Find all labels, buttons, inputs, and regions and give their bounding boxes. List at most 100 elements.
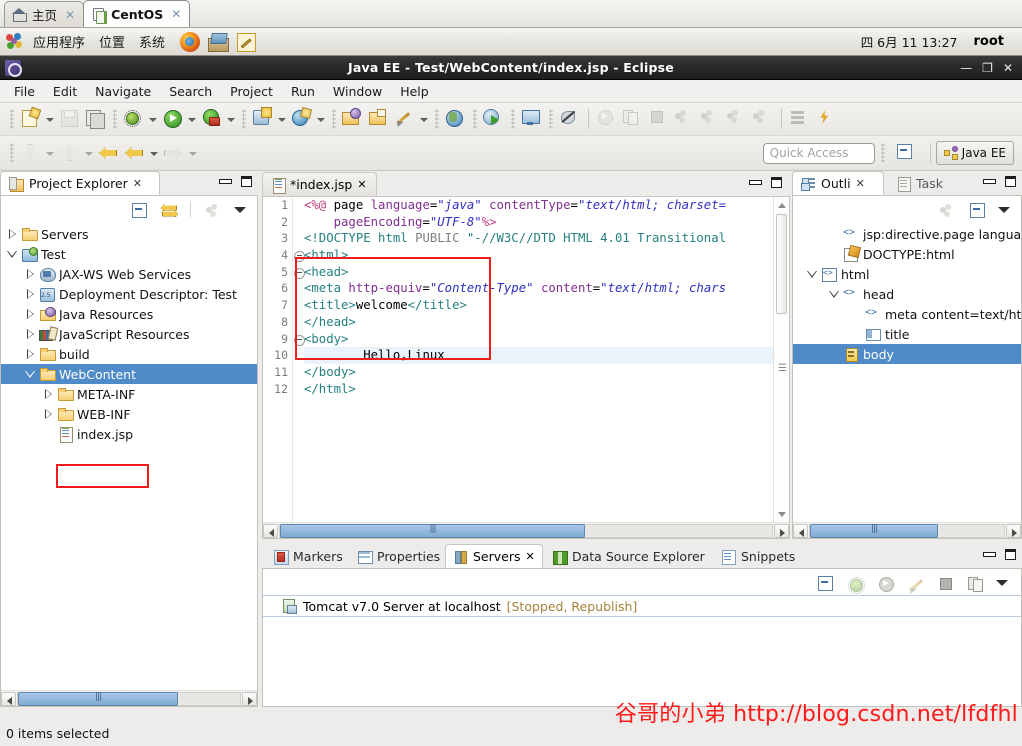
editor-hscrollbar[interactable] bbox=[263, 522, 789, 538]
tree-item-build[interactable]: build bbox=[1, 344, 257, 364]
scroll-right-button[interactable] bbox=[1006, 523, 1021, 538]
gnome-menu-system[interactable]: 系统 bbox=[132, 30, 172, 53]
outline-tree[interactable]: <> jsp:directive.page language DOCTYPE:htm… bbox=[793, 222, 1021, 364]
fold-toggle-icon[interactable] bbox=[293, 247, 305, 264]
terminate-icon[interactable] bbox=[647, 107, 671, 131]
code-line[interactable]: <title>welcome</title> bbox=[304, 297, 773, 314]
code-line[interactable]: pageEncoding="UTF-8"%> bbox=[304, 214, 773, 231]
scroll-left-button[interactable] bbox=[263, 523, 278, 538]
tab-index-jsp[interactable]: *index.jsp ✕ bbox=[262, 172, 377, 196]
tree-item-servers[interactable]: Servers bbox=[1, 224, 257, 244]
tab-servers[interactable]: Servers ✕ bbox=[445, 544, 543, 568]
vscroll-thumb[interactable] bbox=[776, 214, 787, 314]
vm-tab-home[interactable]: 主页 ✕ bbox=[4, 1, 85, 27]
outline-maximize-icon[interactable] bbox=[1005, 176, 1016, 187]
open-web-browser-icon[interactable] bbox=[482, 107, 506, 131]
step-into-icon[interactable] bbox=[673, 107, 697, 131]
chevron-down-icon[interactable] bbox=[23, 366, 39, 382]
server-row[interactable]: Tomcat v7.0 Server at localhost [Stopped,… bbox=[263, 595, 1021, 617]
maximize-icon[interactable] bbox=[241, 176, 252, 187]
view-menu-icon[interactable] bbox=[998, 203, 1011, 216]
gnome-menu-places[interactable]: 位置 bbox=[92, 30, 132, 53]
hscroll-track[interactable] bbox=[279, 523, 773, 538]
toolbar-grip[interactable] bbox=[332, 109, 336, 129]
vm-tab-centos-close[interactable]: ✕ bbox=[171, 7, 181, 21]
publish-icon[interactable] bbox=[966, 574, 983, 592]
fold-toggle-icon[interactable] bbox=[293, 264, 305, 281]
menu-project[interactable]: Project bbox=[222, 81, 281, 102]
tree-item-jsp-directive-page-language[interactable]: <> jsp:directive.page language bbox=[793, 224, 1021, 244]
hscroll-track[interactable] bbox=[809, 523, 1005, 538]
vm-tab-home-close[interactable]: ✕ bbox=[65, 8, 75, 22]
chevron-down-icon[interactable] bbox=[5, 246, 21, 262]
toolbar-grip[interactable] bbox=[511, 109, 515, 129]
code-line[interactable]: <!DOCTYPE html PUBLIC "-//W3C//DTD HTML … bbox=[304, 230, 773, 247]
forward-icon[interactable] bbox=[162, 141, 186, 165]
skip-all-breakpoints-icon[interactable] bbox=[558, 107, 582, 131]
chevron-right-icon[interactable] bbox=[23, 346, 39, 362]
menu-file[interactable]: File bbox=[6, 81, 43, 102]
quick-access-input[interactable]: Quick Access bbox=[762, 142, 875, 164]
stop-server-icon[interactable] bbox=[936, 574, 953, 591]
bottom-minimize-icon[interactable] bbox=[983, 550, 996, 559]
step-over-icon[interactable] bbox=[699, 107, 723, 131]
suspend-icon[interactable] bbox=[621, 107, 645, 131]
package-manager-icon[interactable] bbox=[208, 33, 230, 52]
new-server-dropdown-arrow[interactable] bbox=[276, 108, 287, 130]
code-line[interactable]: <meta http-equiv="Content-Type" content=… bbox=[304, 280, 773, 297]
outline-minimize-icon[interactable] bbox=[983, 177, 996, 186]
minimize-icon[interactable] bbox=[219, 177, 232, 186]
hscroll-track[interactable] bbox=[17, 691, 241, 706]
tree-item-html[interactable]: html bbox=[793, 264, 1021, 284]
tree-item-deployment-descriptor-test[interactable]: Deployment Descriptor: Test bbox=[1, 284, 257, 304]
search-dropdown-arrow[interactable] bbox=[315, 108, 326, 130]
window-maximize-button[interactable]: ❐ bbox=[982, 62, 993, 74]
focus-on-active-task-icon[interactable] bbox=[938, 201, 955, 218]
code-line[interactable]: </head> bbox=[304, 314, 773, 331]
code-line[interactable]: <%@ page language="java" contentType="te… bbox=[304, 197, 773, 214]
scroll-down-button[interactable] bbox=[774, 507, 789, 522]
servers-tab-close[interactable]: ✕ bbox=[526, 550, 535, 563]
tab-outline[interactable]: Outli ✕ bbox=[792, 171, 884, 195]
folding-margin[interactable] bbox=[293, 197, 305, 522]
forward-dropdown-arrow[interactable] bbox=[187, 142, 198, 164]
open-type-icon[interactable] bbox=[341, 107, 365, 131]
tree-item-meta-inf[interactable]: META-INF bbox=[1, 384, 257, 404]
annotate-icon[interactable] bbox=[393, 107, 417, 131]
debug-dropdown-arrow[interactable] bbox=[147, 108, 158, 130]
tree-item-body[interactable]: body bbox=[793, 344, 1021, 364]
new-dropdown-arrow[interactable] bbox=[44, 108, 55, 130]
vm-tab-centos[interactable]: CentOS ✕ bbox=[83, 0, 191, 27]
code-line[interactable]: Hello,Linux bbox=[304, 347, 773, 364]
outline-hscrollbar[interactable] bbox=[793, 522, 1021, 538]
collapse-all-icon[interactable] bbox=[968, 201, 985, 218]
tree-item-head[interactable]: <> head bbox=[793, 284, 1021, 304]
run-icon[interactable] bbox=[161, 107, 185, 131]
chevron-right-icon[interactable] bbox=[41, 386, 57, 402]
user-label[interactable]: root bbox=[974, 34, 1005, 49]
drop-to-frame-icon[interactable] bbox=[751, 107, 775, 131]
toolbar-grip[interactable] bbox=[435, 109, 439, 129]
tree-item-webcontent[interactable]: WebContent bbox=[1, 364, 257, 384]
web-browser-icon[interactable] bbox=[444, 107, 468, 131]
firefox-icon[interactable] bbox=[180, 31, 201, 52]
focus-on-active-task-icon[interactable] bbox=[204, 201, 221, 218]
code-line[interactable]: <html> bbox=[304, 247, 773, 264]
save-icon[interactable] bbox=[58, 107, 82, 131]
window-close-button[interactable]: ✕ bbox=[1003, 62, 1013, 74]
toolbar-grip[interactable] bbox=[549, 109, 553, 129]
tree-item-meta-content-text-htm[interactable]: <> meta content=text/htm bbox=[793, 304, 1021, 324]
clock[interactable]: 四 6月 11 13:27 bbox=[861, 32, 958, 51]
hscroll-thumb[interactable] bbox=[810, 523, 939, 538]
tree-item-javascript-resources[interactable]: JavaScript Resources bbox=[1, 324, 257, 344]
step-return-icon[interactable] bbox=[725, 107, 749, 131]
scroll-right-button[interactable] bbox=[774, 523, 789, 538]
link-with-editor-icon[interactable] bbox=[160, 201, 177, 218]
chevron-right-icon[interactable] bbox=[23, 326, 39, 342]
open-perspective-icon[interactable] bbox=[895, 142, 919, 164]
previous-annotation-icon[interactable] bbox=[19, 141, 43, 165]
toggle-mark-occurrences-icon[interactable] bbox=[814, 107, 838, 131]
tree-item-test[interactable]: Test bbox=[1, 244, 257, 264]
next-annotation-dropdown-arrow[interactable] bbox=[83, 142, 94, 164]
toolbar-grip[interactable] bbox=[473, 109, 477, 129]
